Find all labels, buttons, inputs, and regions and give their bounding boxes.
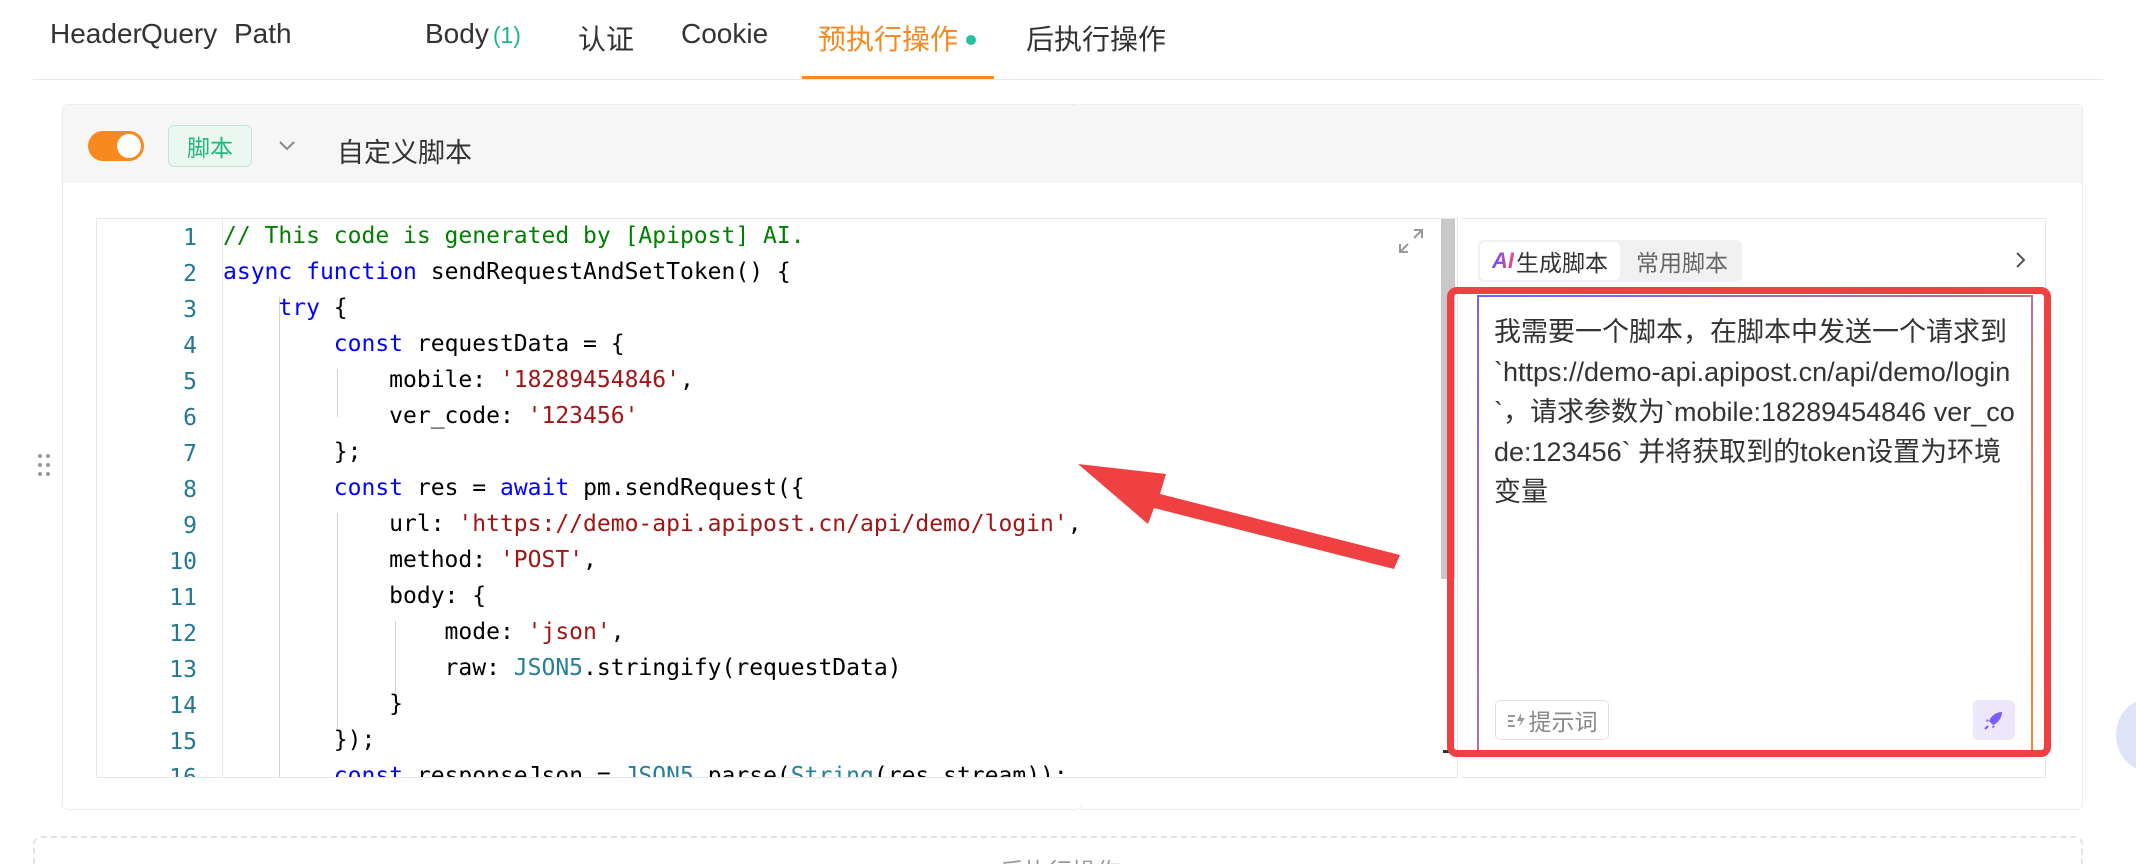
editor-scrollbar[interactable]: [1441, 219, 1455, 579]
script-type-label: 脚本: [187, 135, 233, 161]
tab-generate-script-label: 生成脚本: [1516, 250, 1608, 276]
line-number: 6: [183, 405, 197, 431]
code-line: mode: 'json',: [223, 619, 625, 645]
line-number: 4: [183, 333, 197, 359]
code-line: ver_code: '123456': [223, 403, 639, 429]
chevron-down-icon[interactable]: [278, 136, 296, 154]
script-enabled-toggle[interactable]: [88, 131, 144, 161]
tab-cookie[interactable]: Cookie: [681, 18, 768, 50]
tab-body[interactable]: Body (1): [425, 18, 521, 50]
code-line: method: 'POST',: [223, 547, 597, 573]
code-line: }: [223, 691, 404, 717]
floating-assistant-button[interactable]: [2116, 700, 2136, 770]
line-number: 5: [183, 369, 197, 395]
tab-auth-label: 认证: [578, 24, 635, 55]
script-type-tag[interactable]: 脚本: [168, 125, 252, 167]
editor-scroll-marker: [1443, 750, 1459, 753]
tab-cookie-label: Cookie: [681, 18, 769, 49]
line-number: 8: [183, 477, 197, 503]
active-tab-underline: [802, 76, 994, 79]
code-line: const requestData = {: [333, 331, 625, 357]
code-line: const responseJson = JSON5.parse(String(…: [333, 763, 1068, 778]
code-line: url: 'https://demo-api.apipost.cn/api/de…: [223, 511, 1082, 537]
tab-generate-script[interactable]: AI 生成脚本: [1480, 242, 1620, 280]
ai-panel-tabs: AI 生成脚本 常用脚本: [1478, 240, 1742, 282]
tab-query-label: Query: [141, 18, 218, 49]
tab-post-request[interactable]: 后执行操作: [1026, 18, 1166, 58]
script-title: 自定义脚本: [337, 138, 472, 168]
line-number: 16: [169, 765, 197, 778]
tab-header-label: Header: [50, 18, 142, 49]
code-line: async function sendRequestAndSetToken() …: [223, 259, 791, 285]
line-number: 7: [183, 441, 197, 467]
toggle-knob: [117, 134, 141, 158]
code-line: const res = await pm.sendRequest({: [333, 475, 805, 501]
code-line: // This code is generated by [Apipost] A…: [223, 223, 805, 249]
prompt-hints-button[interactable]: 提示词: [1495, 700, 1609, 740]
ai-prompt-text[interactable]: 我需要一个脚本，在脚本中发送一个请求到 `https://demo-api.ap…: [1494, 312, 2019, 512]
line-number-gutter: 1 2 3 4 5 6 7 8 9 10 11 12 13 14 15 16: [97, 219, 221, 777]
tab-common-scripts[interactable]: 常用脚本: [1624, 242, 1740, 280]
line-number: 15: [169, 729, 197, 755]
active-status-dot: [966, 34, 977, 45]
tab-header[interactable]: Header: [50, 18, 142, 50]
expand-icon[interactable]: [1396, 226, 1426, 256]
code-area[interactable]: // This code is generated by [Apipost] A…: [222, 219, 1457, 777]
tab-auth[interactable]: 认证: [578, 18, 634, 58]
line-number: 1: [183, 225, 197, 251]
tab-path-label: Path: [234, 18, 292, 49]
code-line: raw: JSON5.stringify(requestData): [223, 655, 902, 681]
tab-path[interactable]: Path: [234, 18, 292, 50]
post-request-section-label: 后执行操作: [1000, 852, 1120, 864]
lightning-list-icon: [1507, 713, 1525, 727]
tab-pre-request[interactable]: 预执行操作: [818, 18, 977, 58]
body-count-badge: (1): [492, 22, 521, 48]
tab-body-label: Body: [425, 18, 489, 49]
line-number: 2: [183, 261, 197, 287]
code-line: };: [223, 439, 362, 465]
send-prompt-button[interactable]: [1973, 700, 2015, 740]
line-number: 10: [169, 549, 197, 575]
line-number: 12: [169, 621, 197, 647]
prompt-hints-label: 提示词: [1528, 709, 1598, 735]
line-number: 13: [169, 657, 197, 683]
chevron-right-icon[interactable]: [2014, 250, 2028, 270]
request-tabs: Header Query Path Body (1) 认证 Cookie 预执行操…: [33, 0, 2103, 80]
line-number: 14: [169, 693, 197, 719]
line-number: 9: [183, 513, 197, 539]
tab-post-request-label: 后执行操作: [1026, 24, 1167, 55]
code-line: try {: [278, 295, 348, 321]
line-number: 11: [169, 585, 197, 611]
tab-common-scripts-label: 常用脚本: [1636, 250, 1728, 276]
tab-query[interactable]: Query: [141, 18, 217, 50]
ai-logo-icon: AI: [1492, 248, 1514, 273]
code-line: });: [223, 727, 376, 753]
code-editor[interactable]: 1 2 3 4 5 6 7 8 9 10 11 12 13 14 15 16 /…: [96, 218, 1458, 778]
code-line: body: {: [223, 583, 487, 609]
code-line: mobile: '18289454846',: [223, 367, 694, 393]
rocket-icon: [1984, 712, 2002, 730]
drag-handle-icon[interactable]: [36, 452, 52, 478]
line-number: 3: [183, 297, 197, 323]
tab-pre-request-label: 预执行操作: [818, 24, 959, 55]
